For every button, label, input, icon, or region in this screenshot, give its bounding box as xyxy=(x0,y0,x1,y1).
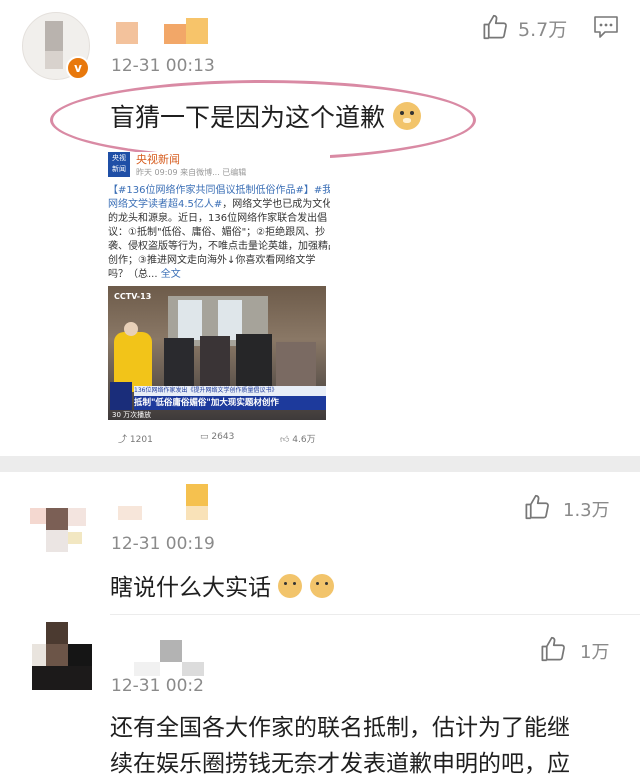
banner-top: 136位网络作家发出《提升网络文学创作质量倡议书》 xyxy=(134,386,326,396)
view-count: 30 万次播放 xyxy=(112,411,152,419)
comment-text: 瞎说什么大实话 xyxy=(110,568,334,602)
like-thumb-icon[interactable] xyxy=(480,12,510,42)
comment-text: 盲猜一下是因为这个道歉 xyxy=(110,98,421,134)
like-thumb-icon[interactable] xyxy=(522,492,552,522)
repost-card[interactable]: 央视 新闻 央视新闻 昨天 09:09 来自微博... 已编辑 【#136位网络… xyxy=(108,151,330,445)
like-count: 5.7万 xyxy=(518,19,568,41)
comment-text-line: 续在娱乐圈捞钱无奈才发表道歉申明的吧，应 xyxy=(110,751,570,777)
banner-main: 抵制"低俗庸俗媚俗"加大现实题材创作 xyxy=(134,396,326,410)
divider xyxy=(110,614,640,615)
verified-badge-icon: v xyxy=(66,56,90,80)
thumb-icon: 👍︎ xyxy=(280,435,290,445)
like-stat[interactable]: 👍︎ 4.6万 xyxy=(280,432,316,445)
comment-icon: ▭ xyxy=(200,432,209,442)
like-count: 1万 xyxy=(580,642,610,663)
comment-time: 12-31 00:2 xyxy=(111,676,204,696)
doge-emoji-icon xyxy=(309,574,334,598)
avatar[interactable] xyxy=(32,622,94,692)
full-text-link[interactable]: 全文 xyxy=(161,269,181,280)
repost-icon: ⤴ xyxy=(118,435,128,445)
like-count: 1.3万 xyxy=(563,500,610,521)
comment-time: 12-31 00:19 xyxy=(111,534,215,554)
repost-stat[interactable]: ⤴ 1201 xyxy=(118,432,153,445)
source-meta: 昨天 09:09 来自微博... 已编辑 xyxy=(136,168,247,177)
comment-text: 还有全国各大作家的联名抵制，估计为了能继 续在娱乐圈捞钱无奈才发表道歉申明的吧，… xyxy=(110,710,630,782)
like-thumb-icon[interactable] xyxy=(538,634,568,664)
channel-logo: CCTV-13 xyxy=(114,292,152,301)
comment-text-content: 盲猜一下是因为这个道歉 xyxy=(110,103,386,132)
doge-emoji-icon xyxy=(392,102,421,130)
username-redacted[interactable] xyxy=(112,484,212,524)
repost-body: 【#136位网络作家共同倡议抵制低俗作品#】#我国 网络文学读者超4.5亿人#，… xyxy=(108,185,330,280)
comment-stat[interactable]: ▭ 2643 xyxy=(200,432,234,442)
username-redacted[interactable] xyxy=(112,18,212,48)
doge-emoji-icon xyxy=(278,574,303,598)
video-thumbnail[interactable]: CCTV-13 136位网络作家发出《提升网络文学创作质量倡议书》 抵制"低俗庸… xyxy=(108,286,326,420)
reply-comment-icon[interactable] xyxy=(592,14,620,44)
comment-text-content: 瞎说什么大实话 xyxy=(110,575,271,601)
cctv-logo: 央视 新闻 xyxy=(108,152,130,177)
divider xyxy=(0,456,640,472)
comment-time: 12-31 00:13 xyxy=(111,56,215,76)
anchor-inset xyxy=(110,382,132,410)
source-name[interactable]: 央视新闻 xyxy=(136,151,180,167)
username-redacted[interactable] xyxy=(134,640,214,680)
avatar[interactable] xyxy=(22,486,94,558)
comment-text-line: 还有全国各大作家的联名抵制，估计为了能继 xyxy=(110,715,570,741)
